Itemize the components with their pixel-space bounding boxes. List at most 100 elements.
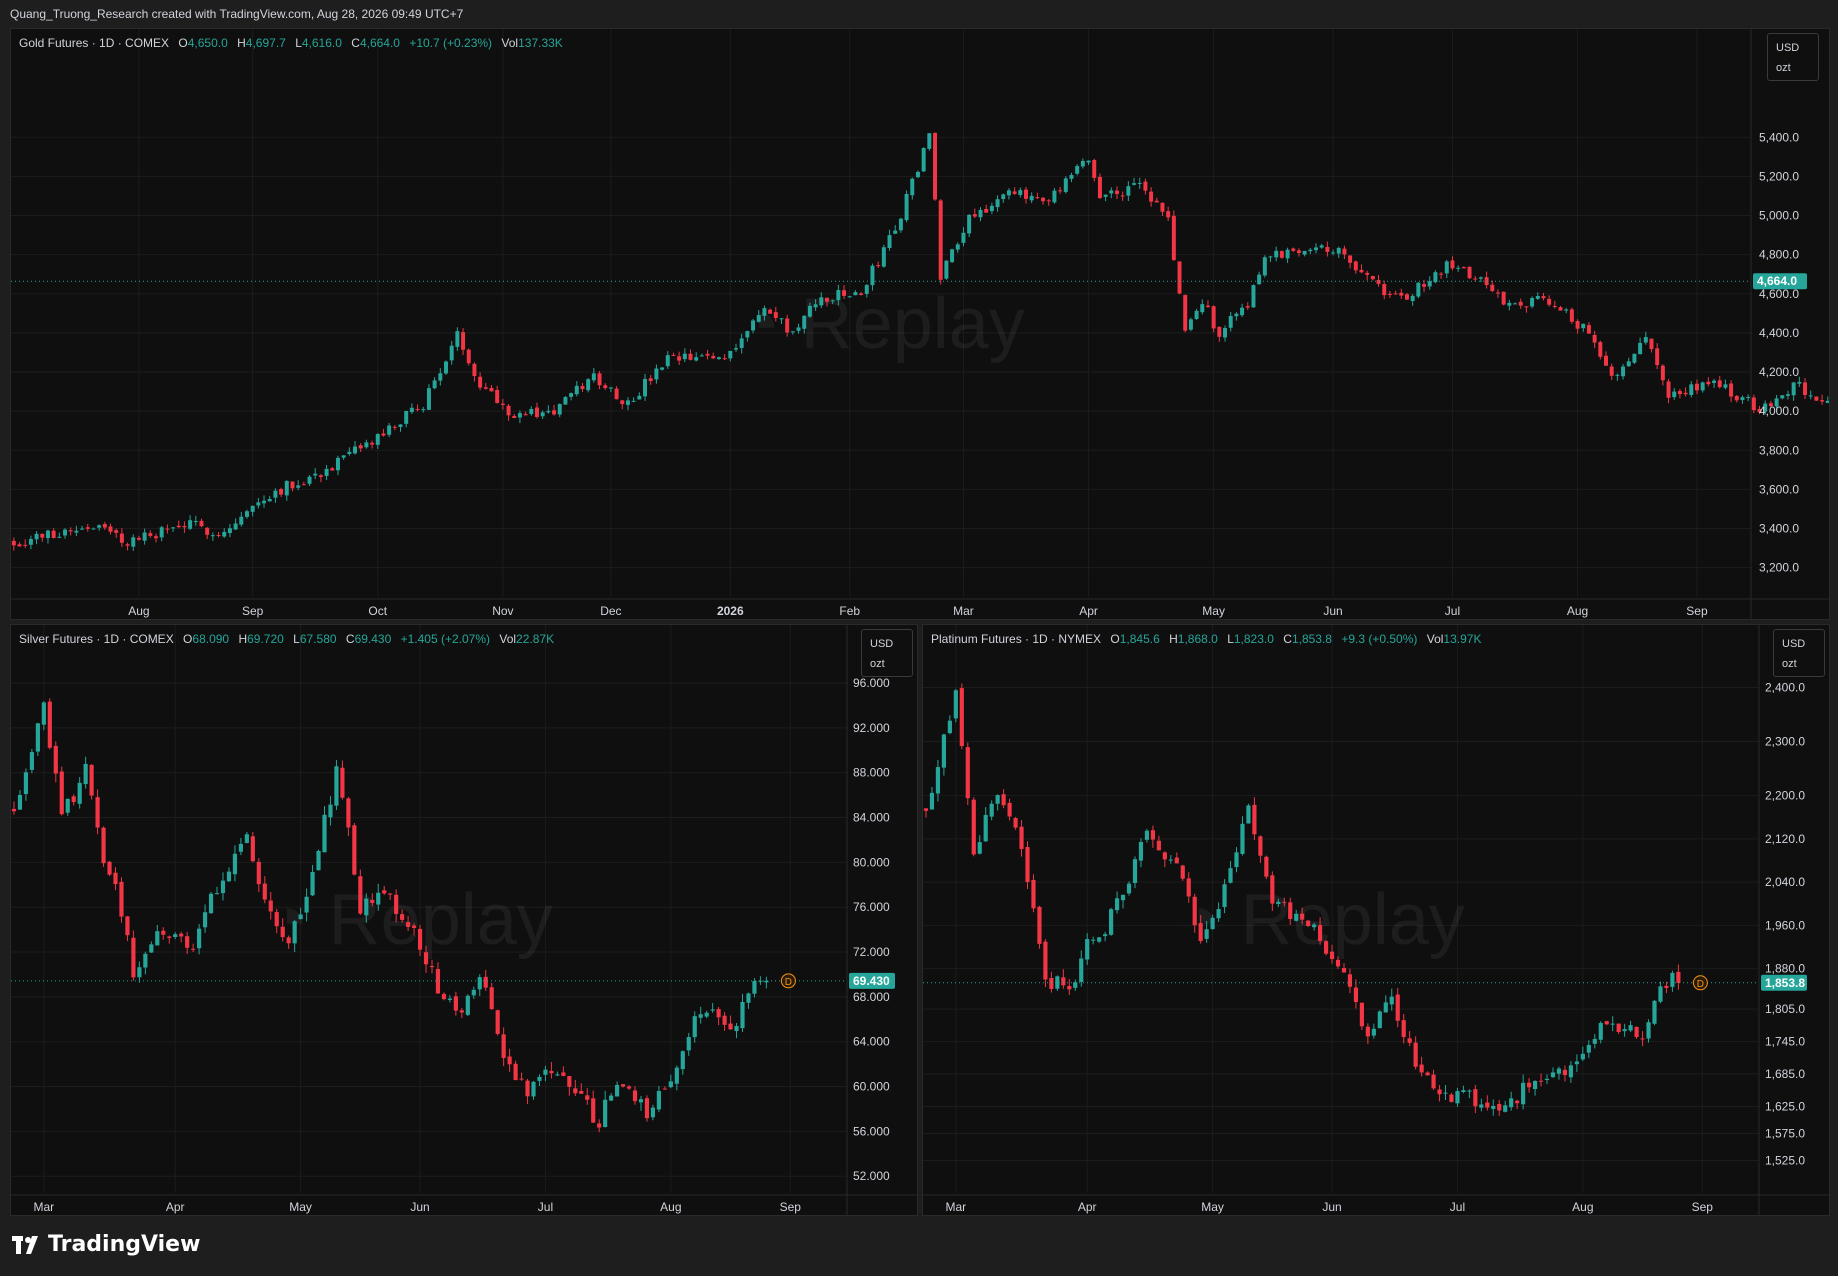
platinum-candle[interactable] — [1425, 1072, 1430, 1076]
silver-candle[interactable] — [626, 1086, 632, 1089]
gold-candle[interactable] — [1655, 348, 1660, 366]
gold-candle[interactable] — [159, 527, 164, 538]
gold-candle[interactable] — [154, 536, 158, 539]
gold-time-axis[interactable]: Aug Sep Oct Nov Dec 2026 Feb Mar Apr May Jun Jul Aug… — [128, 604, 1708, 618]
gold-candle[interactable] — [665, 355, 670, 367]
platinum-candle[interactable] — [1150, 830, 1155, 840]
gold-candle[interactable] — [745, 331, 750, 338]
platinum-candle[interactable] — [1258, 836, 1263, 856]
silver-candle[interactable] — [244, 834, 249, 843]
gold-candle[interactable] — [529, 408, 534, 415]
silver-candle[interactable] — [334, 766, 339, 806]
platinum-candle[interactable] — [1126, 883, 1132, 894]
gold-candle[interactable] — [1729, 383, 1734, 397]
platinum-candle[interactable] — [971, 799, 976, 855]
gold-candle[interactable] — [734, 348, 738, 350]
silver-candle[interactable] — [101, 827, 106, 864]
gold-candle[interactable] — [347, 451, 352, 454]
gold-candle[interactable] — [836, 290, 841, 301]
gold-candle[interactable] — [819, 297, 824, 306]
silver-candle[interactable] — [692, 1016, 697, 1038]
platinum-candle[interactable] — [995, 795, 1000, 804]
gold-candle[interactable] — [426, 388, 431, 410]
platinum-candle[interactable] — [1270, 875, 1275, 904]
platinum-unit-box[interactable]: USD ozt — [1773, 629, 1825, 677]
silver-candle[interactable] — [328, 804, 333, 818]
gold-candle[interactable] — [1621, 366, 1626, 377]
gold-candle[interactable] — [1046, 200, 1051, 202]
silver-candle[interactable] — [704, 1012, 709, 1017]
gold-candle[interactable] — [1353, 261, 1358, 271]
platinum-candle[interactable] — [941, 734, 946, 768]
platinum-candle[interactable] — [1043, 941, 1048, 980]
platinum-candle[interactable] — [1109, 909, 1114, 935]
platinum-price-axis[interactable]: 1,525.0 1,575.0 1,625.0 1,685.0 1,745.0 1,805… — [1765, 680, 1805, 1167]
silver-candle[interactable] — [495, 1010, 500, 1034]
gold-candle[interactable] — [409, 407, 414, 413]
gold-candle[interactable] — [722, 358, 727, 360]
platinum-candle[interactable] — [1120, 894, 1126, 901]
gold-candle[interactable] — [1751, 397, 1756, 411]
gold-candle[interactable] — [671, 354, 676, 356]
silver-candle[interactable] — [17, 794, 23, 810]
gold-candle[interactable] — [1075, 166, 1080, 174]
silver-candle[interactable] — [316, 850, 321, 871]
gold-candle[interactable] — [415, 408, 420, 410]
silver-candle[interactable] — [149, 944, 154, 953]
gold-candle[interactable] — [688, 353, 693, 360]
gold-candle[interactable] — [381, 433, 386, 436]
silver-candle[interactable] — [173, 934, 178, 937]
silver-candle[interactable] — [716, 1009, 721, 1018]
platinum-candle[interactable] — [1670, 972, 1675, 987]
gold-candle[interactable] — [853, 292, 858, 296]
gold-candle[interactable] — [512, 415, 517, 418]
gold-candle[interactable] — [762, 308, 767, 316]
gold-candle[interactable] — [1006, 190, 1011, 196]
platinum-candle[interactable] — [1318, 925, 1323, 941]
gold-candle[interactable] — [114, 530, 119, 533]
gold-candle[interactable] — [313, 473, 318, 476]
gold-candle[interactable] — [205, 527, 210, 535]
platinum-candle[interactable] — [1652, 1000, 1657, 1024]
gold-candle[interactable] — [1302, 250, 1307, 255]
gold-candle[interactable] — [648, 378, 653, 382]
gold-candle[interactable] — [1746, 396, 1751, 398]
gold-candle[interactable] — [1427, 281, 1432, 287]
gold-candle[interactable] — [620, 400, 625, 405]
silver-candle[interactable] — [585, 1095, 590, 1100]
gold-candle[interactable] — [847, 296, 852, 298]
gold-candle[interactable] — [1814, 396, 1819, 401]
gold-candle[interactable] — [461, 332, 466, 350]
platinum-candle[interactable] — [1246, 805, 1251, 824]
gold-candle[interactable] — [950, 249, 955, 263]
gold-candle[interactable] — [927, 133, 932, 149]
gold-candle[interactable] — [1706, 381, 1711, 385]
gold-candle[interactable] — [1001, 194, 1006, 200]
gold-candle[interactable] — [1478, 277, 1483, 279]
platinum-candle[interactable] — [1538, 1080, 1544, 1082]
gold-candle[interactable] — [1376, 279, 1381, 284]
silver-candle[interactable] — [304, 896, 309, 913]
gold-candle[interactable] — [557, 404, 562, 415]
gold-candle[interactable] — [68, 530, 73, 532]
gold-candle[interactable] — [1245, 306, 1250, 308]
gold-candle[interactable] — [1160, 202, 1165, 212]
gold-candle[interactable] — [597, 373, 602, 386]
gold-candle[interactable] — [699, 355, 704, 357]
platinum-candle[interactable] — [1544, 1078, 1550, 1081]
gold-candle[interactable] — [370, 442, 375, 445]
gold-candle[interactable] — [1331, 252, 1336, 254]
gold-candle[interactable] — [63, 529, 68, 536]
platinum-candle[interactable] — [1365, 1026, 1370, 1037]
silver-candle[interactable] — [29, 752, 34, 770]
platinum-candle[interactable] — [1407, 1038, 1412, 1043]
silver-candle[interactable] — [83, 763, 88, 785]
silver-candle[interactable] — [256, 861, 261, 885]
gold-chart-pane[interactable]: ◔ ReplayD3,200.03,400.03,600.03,800.04,0… — [10, 28, 1830, 620]
platinum-candle[interactable] — [1359, 1002, 1364, 1027]
platinum-candle[interactable] — [1455, 1091, 1460, 1104]
gold-candle[interactable] — [944, 260, 949, 279]
gold-candle[interactable] — [1780, 395, 1785, 399]
gold-candle[interactable] — [1467, 266, 1472, 279]
gold-candle[interactable] — [677, 356, 682, 361]
